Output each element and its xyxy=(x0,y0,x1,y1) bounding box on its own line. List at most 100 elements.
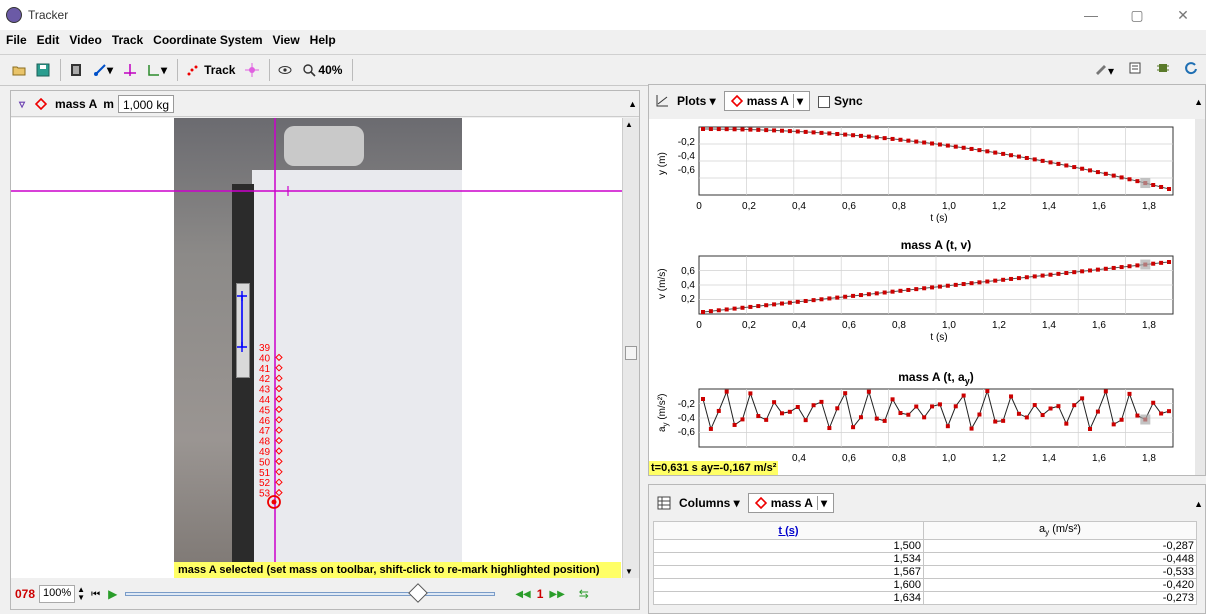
data-point[interactable] xyxy=(914,139,919,144)
data-point[interactable] xyxy=(1040,273,1045,278)
mass-input[interactable]: 1,000 kg xyxy=(117,94,174,113)
data-point[interactable] xyxy=(1151,261,1156,266)
data-point[interactable] xyxy=(1016,276,1021,281)
data-point[interactable] xyxy=(1032,403,1037,408)
data-point[interactable] xyxy=(906,412,911,417)
create-track-button[interactable]: Track xyxy=(186,63,235,77)
data-point[interactable] xyxy=(977,280,982,285)
data-point[interactable] xyxy=(1095,409,1100,414)
cell-ay[interactable]: -0,273 xyxy=(923,591,1197,605)
data-point[interactable] xyxy=(898,288,903,293)
data-point[interactable] xyxy=(732,306,737,311)
highlighted-data-point[interactable] xyxy=(1140,259,1151,270)
data-point[interactable] xyxy=(1040,158,1045,163)
data-point[interactable] xyxy=(835,295,840,300)
playback-rate-field[interactable]: 100% xyxy=(39,585,76,603)
data-point[interactable] xyxy=(724,307,729,312)
data-point[interactable] xyxy=(866,134,871,139)
plots-menu-button[interactable]: Plots ▾ xyxy=(677,94,716,108)
data-point[interactable] xyxy=(779,128,784,133)
data-point[interactable] xyxy=(890,289,895,294)
data-point[interactable] xyxy=(1056,271,1061,276)
data-point[interactable] xyxy=(827,426,832,431)
highlighted-data-point[interactable] xyxy=(1140,414,1151,425)
data-point[interactable] xyxy=(843,294,848,299)
plots-canvas[interactable]: y (m) -0,2 -0,4 -0,6 0 0,2 0,4 0,6 0,8 1,0 1,2 1,4 1… xyxy=(649,119,1197,475)
data-point[interactable] xyxy=(953,404,958,409)
data-point[interactable] xyxy=(835,406,840,411)
data-point[interactable] xyxy=(882,136,887,141)
cell-time[interactable]: 1,500 xyxy=(653,539,924,553)
frame-number-readout[interactable]: 078 xyxy=(15,587,35,601)
data-point[interactable] xyxy=(945,143,950,148)
data-table[interactable]: t (s) ay (m/s²) 1,500 -0,287 1,534 -0,448 1,… xyxy=(653,521,1197,605)
data-point[interactable] xyxy=(795,299,800,304)
data-point[interactable] xyxy=(803,298,808,303)
data-point[interactable] xyxy=(787,300,792,305)
data-point[interactable] xyxy=(1159,184,1164,189)
data-point[interactable] xyxy=(937,284,942,289)
data-point[interactable] xyxy=(1119,417,1124,422)
data-point[interactable] xyxy=(969,146,974,151)
table-row[interactable]: 1,500 -0,287 xyxy=(653,539,1197,553)
data-point[interactable] xyxy=(1024,155,1029,160)
track-position-marker[interactable] xyxy=(275,478,283,486)
data-point[interactable] xyxy=(898,137,903,142)
data-point[interactable] xyxy=(906,287,911,292)
data-point[interactable] xyxy=(858,415,863,420)
data-point[interactable] xyxy=(937,142,942,147)
data-point[interactable] xyxy=(1111,422,1116,427)
data-point[interactable] xyxy=(1119,175,1124,180)
data-point[interactable] xyxy=(1064,271,1069,276)
plot-track-selector[interactable]: mass A ▾ xyxy=(723,91,810,111)
axes-icon[interactable] xyxy=(123,63,137,77)
data-point[interactable] xyxy=(811,130,816,135)
track-position-marker[interactable] xyxy=(275,353,283,362)
table-row[interactable]: 1,534 -0,448 xyxy=(653,552,1197,566)
sync-checkbox[interactable]: Sync xyxy=(817,94,863,108)
play-icon[interactable]: ▶ xyxy=(108,587,117,601)
data-point[interactable] xyxy=(1111,265,1116,270)
data-point[interactable] xyxy=(1048,272,1053,277)
data-point[interactable] xyxy=(843,391,848,396)
close-button[interactable]: ✕ xyxy=(1160,0,1206,30)
data-point[interactable] xyxy=(977,412,982,417)
data-point[interactable] xyxy=(1127,264,1132,269)
data-point[interactable] xyxy=(772,400,777,405)
data-point[interactable] xyxy=(779,411,784,416)
data-point[interactable] xyxy=(1080,396,1085,401)
data-point[interactable] xyxy=(756,414,761,419)
data-point[interactable] xyxy=(835,131,840,136)
video-canvas[interactable]: 39 40 41 42 43 44 45 46 47 48 49 50 51 52 53 mass A se… xyxy=(11,118,623,578)
data-point[interactable] xyxy=(708,309,713,314)
menu-coordinate-system[interactable]: Coordinate System xyxy=(153,33,262,47)
data-point[interactable] xyxy=(708,426,713,431)
data-point[interactable] xyxy=(764,303,769,308)
data-point[interactable] xyxy=(993,419,998,424)
data-point[interactable] xyxy=(1056,404,1061,409)
cell-time[interactable]: 1,634 xyxy=(653,591,924,605)
data-point[interactable] xyxy=(764,128,769,133)
data-point[interactable] xyxy=(1151,183,1156,188)
data-point[interactable] xyxy=(1064,421,1069,426)
data-point[interactable] xyxy=(1135,263,1140,268)
collapse-arrow-icon[interactable]: ▲ xyxy=(628,99,637,109)
data-point[interactable] xyxy=(708,127,713,132)
column-header-t[interactable]: t (s) xyxy=(653,521,924,540)
data-point[interactable] xyxy=(1032,157,1037,162)
data-point[interactable] xyxy=(1009,153,1014,158)
data-point[interactable] xyxy=(1024,275,1029,280)
maximize-button[interactable]: ▢ xyxy=(1114,0,1160,30)
data-point[interactable] xyxy=(985,389,990,394)
data-point[interactable] xyxy=(772,128,777,133)
reset-to-start-icon[interactable]: ⏮ xyxy=(91,589,100,600)
data-point[interactable] xyxy=(882,290,887,295)
track-position-marker[interactable] xyxy=(275,405,283,414)
menu-edit[interactable]: Edit xyxy=(37,33,60,47)
data-point[interactable] xyxy=(961,282,966,287)
track-position-marker[interactable] xyxy=(275,395,283,403)
calibration-tool-icon[interactable]: ▾ xyxy=(93,63,113,77)
data-point[interactable] xyxy=(1064,163,1069,168)
data-point[interactable] xyxy=(1095,170,1100,175)
data-point[interactable] xyxy=(811,403,816,408)
